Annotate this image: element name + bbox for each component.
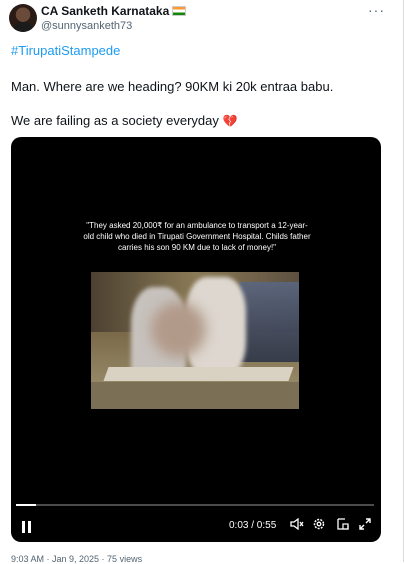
avatar[interactable] <box>9 4 37 32</box>
india-flag-icon <box>172 6 187 16</box>
post-text-line-2-text: We are failing as a society everyday <box>11 113 219 128</box>
settings-gear-icon[interactable] <box>311 517 327 535</box>
picture-in-picture-icon[interactable] <box>335 517 351 535</box>
author-handle[interactable]: @sunnysanketh73 <box>41 20 132 32</box>
author-name-row: CA Sanketh Karnataka <box>41 4 187 18</box>
video-progress-fill <box>16 504 36 506</box>
post-meta: 9:03 AM · Jan 9, 2025 · 75 views <box>11 554 143 564</box>
pause-icon[interactable] <box>21 521 33 533</box>
hashtag-link[interactable]: #TirupatiStampede <box>11 43 120 58</box>
video-player[interactable]: "They asked 20,000₹ for an ambulance to … <box>11 137 381 542</box>
fullscreen-icon[interactable] <box>357 517 373 535</box>
post-text-line-2: We are failing as a society everyday 💔 <box>11 113 237 128</box>
video-frame-image <box>91 272 299 409</box>
post-text-line-1: Man. Where are we heading? 90KM ki 20k e… <box>11 79 334 94</box>
post-card: CA Sanketh Karnataka @sunnysanketh73 ···… <box>0 0 404 564</box>
more-options-icon[interactable]: ··· <box>368 2 385 18</box>
author-display-name[interactable]: CA Sanketh Karnataka <box>41 4 169 18</box>
video-time: 0:03 / 0:55 <box>229 520 277 531</box>
video-progress-bar[interactable] <box>16 504 374 506</box>
mute-icon[interactable] <box>289 517 305 535</box>
broken-heart-icon: 💔 <box>222 114 238 128</box>
video-caption: "They asked 20,000₹ for an ambulance to … <box>83 221 311 252</box>
